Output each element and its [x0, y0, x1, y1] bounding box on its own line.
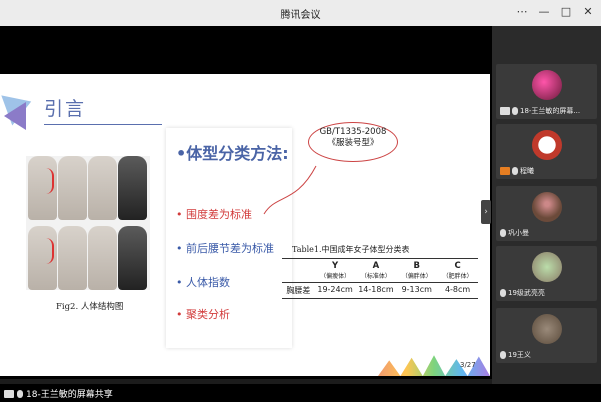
header-note: （标准体） — [360, 273, 391, 280]
screen-share-icon — [4, 389, 14, 398]
body-photo-icon — [118, 156, 147, 220]
body-figure-icon — [58, 156, 87, 220]
mic-icon — [512, 167, 518, 175]
avatar — [532, 252, 562, 282]
participant-label: 19级武亮亮 — [500, 288, 545, 298]
body-figure-icon — [58, 226, 87, 290]
row-label: 胸腰差 — [286, 286, 311, 295]
close-button[interactable]: ✕ — [581, 4, 595, 20]
window-controls: ⋯ — □ ✕ — [515, 4, 595, 20]
header-code: B — [413, 261, 420, 271]
participant-tile[interactable]: 19王义 — [496, 308, 597, 363]
presentation-slide: 引言 Fig2. 人体结构图 •体型分类方法: • 围度差为标准 • 前后腰节差… — [0, 74, 490, 376]
participant-tile[interactable]: 巩小曼 — [496, 186, 597, 241]
header-note: （偏胖体） — [401, 273, 432, 280]
body-figure-icon — [88, 226, 117, 290]
avatar — [532, 192, 562, 222]
mic-icon — [500, 289, 506, 297]
body-structure-figure — [26, 156, 150, 290]
method-item: • 人体指数 — [176, 276, 230, 289]
collapse-sidebar-button[interactable]: › — [481, 200, 491, 224]
minimize-button[interactable]: — — [537, 4, 551, 20]
share-label: 18-王兰敏的屏幕共享 — [26, 390, 113, 400]
share-label-group: 18-王兰敏的屏幕共享 — [4, 387, 113, 400]
table-cell: 9-13cm — [401, 285, 432, 294]
header-code: Y — [332, 261, 339, 271]
header-code: C — [454, 261, 461, 271]
table-cell: 14-18cm — [358, 285, 394, 294]
header-code: A — [372, 261, 380, 271]
slide-heading: 引言 — [44, 98, 87, 120]
screen-share-icon — [500, 107, 510, 115]
heading-underline — [44, 124, 162, 125]
participant-name: 19王义 — [508, 351, 531, 359]
method-item: • 前后腰节差为标准 — [176, 242, 274, 255]
screen-share-area: 引言 Fig2. 人体结构图 •体型分类方法: • 围度差为标准 • 前后腰节差… — [0, 26, 492, 379]
host-badge-icon — [500, 167, 510, 175]
table-row: 胸腰差 19-24cm 14-18cm 9-13cm 4-8cm — [282, 282, 478, 298]
participant-label: 程曦 — [500, 166, 534, 176]
page-number: 3/27 — [460, 361, 476, 369]
table-cell: 19-24cm — [317, 285, 353, 294]
participant-name: 19级武亮亮 — [508, 289, 545, 297]
participant-label: 19王义 — [500, 350, 531, 360]
mic-icon — [17, 389, 23, 398]
window-title: 腾讯会议 — [280, 10, 321, 21]
participant-name: 巩小曼 — [508, 229, 529, 237]
callout-line: GB/T1335-2008 — [319, 127, 387, 137]
participant-tile[interactable]: 程曦 — [496, 124, 597, 179]
share-status-bar: 18-王兰敏的屏幕共享 — [0, 384, 601, 402]
mic-icon — [512, 107, 518, 115]
header-note: （肥胖体） — [442, 273, 473, 280]
participant-tile[interactable]: 18-王兰敏的屏幕... — [496, 64, 597, 119]
title-bar: 腾讯会议 ⋯ — □ ✕ — [0, 0, 601, 27]
participant-name: 18-王兰敏的屏幕... — [520, 107, 581, 115]
body-type-table: Y （偏瘦体） A （标准体） B （偏胖体） C （肥胖体） 胸腰差 19-24cm … — [282, 258, 478, 299]
participant-name: 程曦 — [520, 167, 534, 175]
participant-sidebar: 18-王兰敏的屏幕... 程曦 巩小曼 19级武亮亮 19王义 — [492, 26, 601, 402]
body-figure-icon — [28, 226, 57, 290]
maximize-button[interactable]: □ — [559, 4, 573, 20]
participant-label: 18-王兰敏的屏幕... — [500, 106, 580, 116]
avatar — [532, 70, 562, 100]
callout-connector — [263, 165, 317, 215]
body-photo-icon — [118, 226, 147, 290]
participant-label: 巩小曼 — [500, 228, 529, 238]
body-figure-icon — [88, 156, 117, 220]
header-note: （偏瘦体） — [320, 273, 351, 280]
avatar — [532, 314, 562, 344]
body-figure-icon — [28, 156, 57, 220]
figure-caption: Fig2. 人体结构图 — [56, 302, 124, 312]
table-header-row: Y （偏瘦体） A （标准体） B （偏胖体） C （肥胖体） — [282, 259, 478, 282]
method-item: • 围度差为标准 — [176, 208, 252, 221]
mic-icon — [500, 351, 506, 359]
table-caption: Table1.中国成年女子体型分类表 — [292, 245, 410, 254]
table-cell: 4-8cm — [444, 285, 471, 294]
participant-tile[interactable]: 19级武亮亮 — [496, 246, 597, 301]
standard-callout: GB/T1335-2008 《服装号型》 — [308, 122, 398, 162]
triangle-decoration-icon — [4, 102, 26, 130]
callout-line: 《服装号型》 — [327, 138, 379, 148]
avatar — [532, 130, 562, 160]
mic-icon — [500, 229, 506, 237]
method-item: • 聚类分析 — [176, 308, 230, 321]
more-icon[interactable]: ⋯ — [515, 4, 529, 20]
